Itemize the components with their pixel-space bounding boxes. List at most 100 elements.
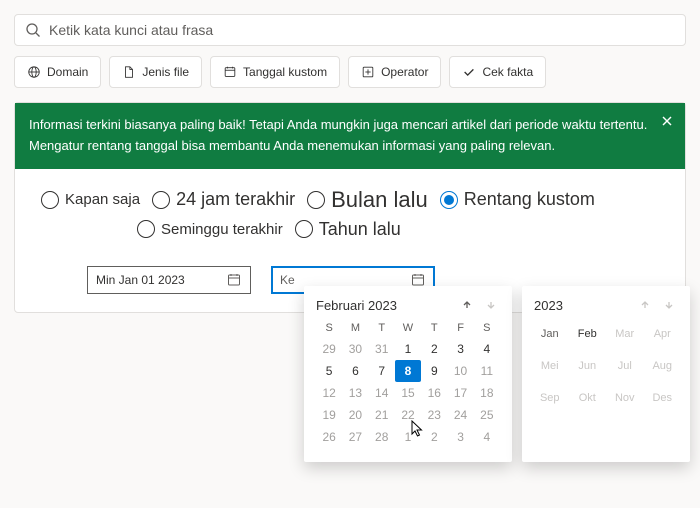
radio-lastyear[interactable]: Tahun lalu: [295, 219, 401, 240]
day-cell: 21: [369, 404, 395, 426]
day-cell: 12: [316, 382, 342, 404]
arrow-down-icon: [485, 299, 497, 311]
month-prev-button[interactable]: [636, 296, 654, 314]
month-grid: JanFebMarAprMeiJunJulAugSepOktNovDes: [534, 324, 678, 408]
day-picker-title[interactable]: Februari 2023: [316, 298, 397, 313]
day-cell: 11: [474, 360, 500, 382]
day-grid: 2930311234567891011121314151617181920212…: [316, 338, 500, 448]
month-cell: Jul: [609, 356, 641, 376]
day-next-button[interactable]: [482, 296, 500, 314]
month-cell[interactable]: Feb: [572, 324, 604, 344]
day-cell[interactable]: 6: [342, 360, 368, 382]
day-cell: 25: [474, 404, 500, 426]
day-cell: 18: [474, 382, 500, 404]
search-input[interactable]: Ketik kata kunci atau frasa: [14, 14, 686, 46]
day-picker: Februari 2023 SMTWTFS 293031123456789101…: [304, 286, 512, 462]
date-to-placeholder: Ke: [280, 273, 295, 287]
dow-label: T: [421, 320, 447, 336]
day-cell: 17: [447, 382, 473, 404]
dow-label: S: [474, 320, 500, 336]
day-cell: 28: [369, 426, 395, 448]
dow-label: W: [395, 320, 421, 336]
day-cell: 23: [421, 404, 447, 426]
day-cell[interactable]: 7: [369, 360, 395, 382]
day-cell: 26: [316, 426, 342, 448]
day-cell: 13: [342, 382, 368, 404]
day-cell[interactable]: 3: [447, 338, 473, 360]
day-cell[interactable]: 2: [421, 338, 447, 360]
filter-fact-check[interactable]: Cek fakta: [449, 56, 546, 88]
day-prev-button[interactable]: [458, 296, 476, 314]
radio-last24-label: 24 jam terakhir: [176, 189, 295, 210]
radio-last24[interactable]: 24 jam terakhir: [152, 189, 295, 210]
filter-operator[interactable]: Operator: [348, 56, 441, 88]
date-range-card: Informasi terkini biasanya paling baik! …: [14, 102, 686, 313]
search-placeholder: Ketik kata kunci atau frasa: [49, 22, 213, 38]
plus-icon: [361, 65, 375, 79]
arrow-down-icon: [663, 299, 675, 311]
day-cell: 3: [447, 426, 473, 448]
day-cell[interactable]: 4: [474, 338, 500, 360]
day-cell: 14: [369, 382, 395, 404]
arrow-up-icon: [639, 299, 651, 311]
radio-lastweek-label: Seminggu terakhir: [161, 221, 283, 238]
dow-label: M: [342, 320, 368, 336]
filter-domain-label: Domain: [47, 65, 88, 79]
calendar-icon: [226, 272, 242, 288]
month-cell: Mei: [534, 356, 566, 376]
day-of-week-header: SMTWTFS: [316, 320, 500, 336]
close-icon: [659, 113, 675, 129]
month-picker-title[interactable]: 2023: [534, 298, 563, 313]
filter-operator-label: Operator: [381, 65, 428, 79]
day-cell[interactable]: 1: [395, 338, 421, 360]
day-cell: 19: [316, 404, 342, 426]
date-radio-group: Kapan saja 24 jam terakhir Bulan lalu Re…: [15, 169, 685, 258]
radio-lastweek[interactable]: Seminggu terakhir: [137, 220, 283, 238]
radio-lastmonth-label: Bulan lalu: [331, 187, 428, 213]
month-next-button[interactable]: [660, 296, 678, 314]
month-cell: Jun: [572, 356, 604, 376]
day-cell: 10: [447, 360, 473, 382]
filter-custom-date[interactable]: Tanggal kustom: [210, 56, 340, 88]
day-cell: 4: [474, 426, 500, 448]
filter-file-type[interactable]: Jenis file: [109, 56, 202, 88]
day-cell: 31: [369, 338, 395, 360]
month-cell: Des: [647, 388, 679, 408]
day-cell: 16: [421, 382, 447, 404]
date-from-value: Min Jan 01 2023: [96, 273, 185, 287]
day-cell[interactable]: 9: [421, 360, 447, 382]
search-icon: [25, 22, 41, 38]
banner-close-button[interactable]: [659, 113, 675, 136]
arrow-up-icon: [461, 299, 473, 311]
date-from-field[interactable]: Min Jan 01 2023: [87, 266, 251, 294]
radio-custom[interactable]: Rentang kustom: [440, 189, 595, 210]
banner-text: Informasi terkini biasanya paling baik! …: [29, 117, 647, 153]
day-cell[interactable]: 8: [395, 360, 421, 382]
day-cell: 29: [316, 338, 342, 360]
radio-lastmonth[interactable]: Bulan lalu: [307, 187, 428, 213]
filter-fact-check-label: Cek fakta: [482, 65, 533, 79]
month-cell: Mar: [609, 324, 641, 344]
day-cell: 24: [447, 404, 473, 426]
dow-label: T: [369, 320, 395, 336]
month-cell[interactable]: Jan: [534, 324, 566, 344]
file-icon: [122, 65, 136, 79]
month-cell: Aug: [647, 356, 679, 376]
filter-custom-date-label: Tanggal kustom: [243, 65, 327, 79]
calendar-popups: Februari 2023 SMTWTFS 293031123456789101…: [304, 286, 690, 462]
dow-label: F: [447, 320, 473, 336]
month-cell: Okt: [572, 388, 604, 408]
day-cell: 30: [342, 338, 368, 360]
month-cell: Apr: [647, 324, 679, 344]
day-cell: 2: [421, 426, 447, 448]
radio-anytime-label: Kapan saja: [65, 191, 140, 208]
day-cell[interactable]: 5: [316, 360, 342, 382]
month-picker: 2023 JanFebMarAprMeiJunJulAugSepOktNovDe…: [522, 286, 690, 462]
check-icon: [462, 65, 476, 79]
month-cell: Nov: [609, 388, 641, 408]
filter-domain[interactable]: Domain: [14, 56, 101, 88]
day-cell: 27: [342, 426, 368, 448]
radio-anytime[interactable]: Kapan saja: [41, 191, 140, 209]
radio-lastyear-label: Tahun lalu: [319, 219, 401, 240]
tip-banner: Informasi terkini biasanya paling baik! …: [15, 103, 685, 169]
